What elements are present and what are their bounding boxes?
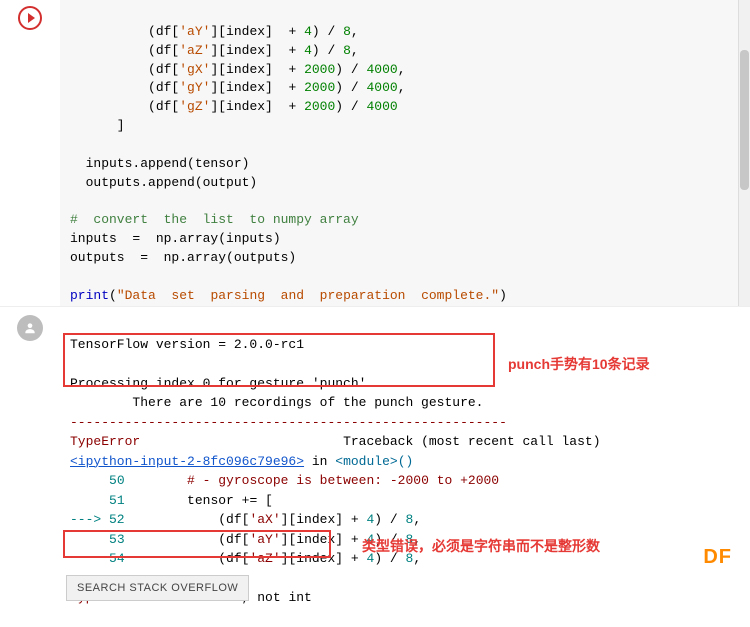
traceback-row: 51 tensor += [ [70,493,273,508]
code-line: (df['aZ'][index] + 4) / 8, [70,43,359,58]
code-line [70,137,78,152]
separator-line: ----------------------------------------… [70,415,507,430]
in-word: in [304,454,335,469]
code-line: (df['gZ'][index] + 2000) / 4000 [70,99,398,114]
code-line: (df['gY'][index] + 2000) / 4000, [70,80,406,95]
code-line [70,193,78,208]
error-type: TypeError [70,434,140,449]
annotation-text-typeerror: 类型错误，必须是字符串而不是整形数 [362,536,600,556]
traceback-row: ---> 52 (df['aX'][index] + 4) / 8, [70,512,421,527]
code-line: outputs = np.array(outputs) [70,250,296,265]
code-line: inputs = np.array(inputs) [70,231,281,246]
code-line: (df['aY'][index] + 4) / 8, [70,24,359,39]
processing-line: There are 10 recordings of the punch ges… [70,395,483,410]
code-line: inputs.append(tensor) [70,156,249,171]
traceback-spacer [140,434,343,449]
code-comment: # convert the list to numpy array [70,212,359,227]
module-paren: () [398,454,414,469]
code-cell: (df['aY'][index] + 4) / 8, (df['aZ'][ind… [0,0,750,306]
code-line [70,269,78,284]
ipython-ref-link[interactable]: <ipython-input-2-8fc096c79e96> [70,454,304,469]
run-cell-button[interactable] [18,6,42,30]
code-line: outputs.append(output) [70,175,257,190]
traceback-row: 50 # - gyroscope is between: -2000 to +2… [70,473,499,488]
output-gutter [0,307,60,607]
annotation-box-processing [63,333,495,387]
scrollbar-thumb[interactable] [740,50,749,190]
annotation-box-error [63,530,331,558]
code-editor[interactable]: (df['aY'][index] + 4) / 8, (df['aZ'][ind… [60,0,750,306]
code-line: ] [70,118,125,133]
search-stack-overflow-button[interactable]: SEARCH STACK OVERFLOW [66,575,249,601]
module-ref: <module> [335,454,397,469]
traceback-tail: Traceback (most recent call last) [343,434,600,449]
code-line: (df['gX'][index] + 2000) / 4000, [70,62,406,77]
code-gutter [0,0,60,306]
avatar-icon [17,315,43,341]
df-logo: DF [703,546,732,569]
code-scrollbar[interactable] [738,0,750,306]
code-line: print("Data set parsing and preparation … [70,288,507,303]
annotation-text-punch: punch手势有10条记录 [508,354,650,374]
